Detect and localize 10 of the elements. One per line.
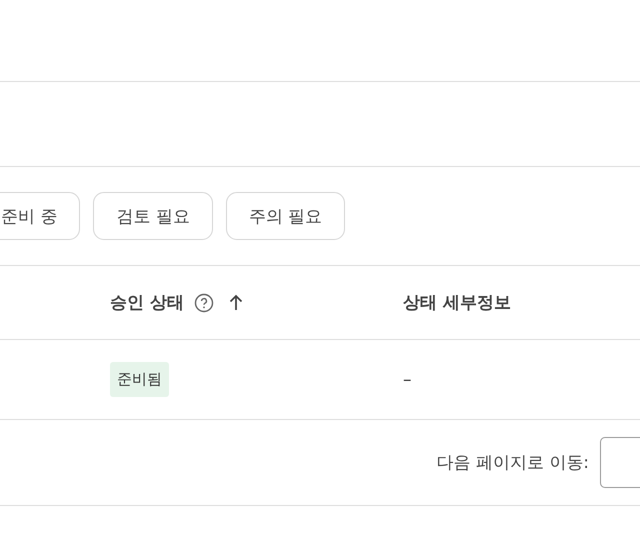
column-header[interactable]: 상태 세부정보 [403,291,511,314]
filter-chip[interactable]: 주의 필요 [226,192,346,240]
filter-chip[interactable]: 준비 중 [0,192,80,240]
sort-arrow-icon[interactable] [228,294,244,312]
status-tag: 준비됨 [110,362,169,397]
column-header[interactable]: 승인 상태 [110,291,184,314]
go-to-page-label: 다음 페이지로 이동: [436,452,589,474]
help-icon[interactable] [194,292,214,312]
table-cell: – [403,370,412,390]
filter-chip[interactable]: 검토 필요 [93,192,213,240]
